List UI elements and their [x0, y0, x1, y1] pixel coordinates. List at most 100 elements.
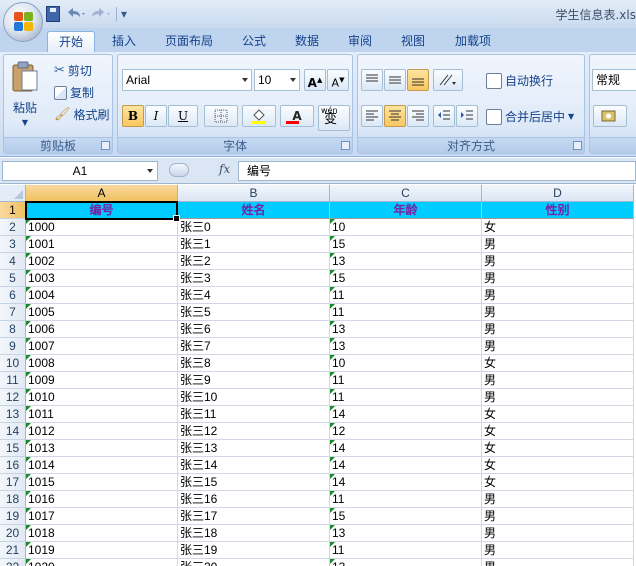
row-header[interactable]: 6: [0, 287, 26, 304]
select-all-corner[interactable]: [0, 185, 26, 202]
format-painter-button[interactable]: 🖌 格式刷: [54, 106, 110, 123]
row-header[interactable]: 1: [0, 202, 26, 219]
header-cell[interactable]: 姓名: [178, 202, 330, 219]
column-header-b[interactable]: B: [178, 185, 330, 202]
table-cell[interactable]: 张三19: [178, 542, 330, 559]
row-header[interactable]: 3: [0, 236, 26, 253]
row-header[interactable]: 2: [0, 219, 26, 236]
table-cell[interactable]: 张三16: [178, 491, 330, 508]
tab-data[interactable]: 数据: [285, 31, 329, 53]
table-cell[interactable]: 1016: [26, 491, 178, 508]
table-cell[interactable]: 张三3: [178, 270, 330, 287]
row-header[interactable]: 20: [0, 525, 26, 542]
table-cell[interactable]: 张三7: [178, 338, 330, 355]
tab-formulas[interactable]: 公式: [232, 31, 276, 53]
table-cell[interactable]: 张三1: [178, 236, 330, 253]
table-cell[interactable]: 张三20: [178, 559, 330, 566]
row-header[interactable]: 4: [0, 253, 26, 270]
tab-review[interactable]: 审阅: [338, 31, 382, 53]
table-cell[interactable]: 1008: [26, 355, 178, 372]
table-cell[interactable]: 男: [482, 287, 634, 304]
shrink-font-button[interactable]: A▼: [327, 69, 349, 91]
copy-button[interactable]: 复制: [54, 84, 94, 101]
table-cell[interactable]: 13: [330, 253, 482, 270]
table-cell[interactable]: 张三14: [178, 457, 330, 474]
header-cell[interactable]: 编号: [26, 202, 178, 219]
table-cell[interactable]: 男: [482, 559, 634, 566]
tab-view[interactable]: 视图: [391, 31, 435, 53]
table-cell[interactable]: 13: [330, 559, 482, 566]
table-cell[interactable]: 女: [482, 355, 634, 372]
table-cell[interactable]: 1018: [26, 525, 178, 542]
table-cell[interactable]: 1019: [26, 542, 178, 559]
table-cell[interactable]: 张三9: [178, 372, 330, 389]
table-cell[interactable]: 张三11: [178, 406, 330, 423]
table-cell[interactable]: 张三4: [178, 287, 330, 304]
table-cell[interactable]: 13: [330, 525, 482, 542]
table-cell[interactable]: 1001: [26, 236, 178, 253]
row-header[interactable]: 16: [0, 457, 26, 474]
font-launcher-icon[interactable]: [341, 141, 350, 150]
name-box[interactable]: A1: [2, 161, 158, 181]
merge-center-button[interactable]: 合并后居中 ▼: [486, 108, 574, 125]
table-cell[interactable]: 张三10: [178, 389, 330, 406]
row-header[interactable]: 15: [0, 440, 26, 457]
tab-insert[interactable]: 插入: [100, 31, 148, 53]
phonetic-guide-button[interactable]: wén 变: [318, 105, 350, 131]
formula-input[interactable]: 编号: [238, 161, 636, 181]
table-cell[interactable]: 张三0: [178, 219, 330, 236]
table-cell[interactable]: 11: [330, 304, 482, 321]
borders-button[interactable]: [204, 105, 238, 127]
office-button[interactable]: [3, 2, 43, 42]
decrease-indent-button[interactable]: [433, 105, 455, 127]
row-header[interactable]: 17: [0, 474, 26, 491]
align-top-button[interactable]: [361, 69, 383, 91]
table-cell[interactable]: 女: [482, 474, 634, 491]
row-header[interactable]: 8: [0, 321, 26, 338]
align-center-button[interactable]: [384, 105, 406, 127]
table-cell[interactable]: 1011: [26, 406, 178, 423]
redo-icon[interactable]: [90, 6, 112, 22]
row-header[interactable]: 9: [0, 338, 26, 355]
clipboard-launcher-icon[interactable]: [101, 141, 110, 150]
table-cell[interactable]: 13: [330, 321, 482, 338]
table-cell[interactable]: 张三15: [178, 474, 330, 491]
table-cell[interactable]: 男: [482, 321, 634, 338]
table-cell[interactable]: 1005: [26, 304, 178, 321]
orientation-button[interactable]: [433, 69, 463, 91]
row-header[interactable]: 7: [0, 304, 26, 321]
save-icon[interactable]: [46, 6, 60, 22]
table-cell[interactable]: 张三18: [178, 525, 330, 542]
underline-button[interactable]: U: [168, 105, 198, 127]
table-cell[interactable]: 女: [482, 423, 634, 440]
bold-button[interactable]: B: [122, 105, 144, 127]
table-cell[interactable]: 男: [482, 491, 634, 508]
table-cell[interactable]: 10: [330, 355, 482, 372]
font-color-button[interactable]: A: [280, 105, 314, 127]
table-cell[interactable]: 男: [482, 253, 634, 270]
column-header-d[interactable]: D: [482, 185, 634, 202]
table-cell[interactable]: 11: [330, 389, 482, 406]
number-format-select[interactable]: 常规: [592, 69, 636, 91]
table-cell[interactable]: 1020: [26, 559, 178, 566]
row-header[interactable]: 18: [0, 491, 26, 508]
table-cell[interactable]: 1009: [26, 372, 178, 389]
table-cell[interactable]: 1002: [26, 253, 178, 270]
table-cell[interactable]: 14: [330, 406, 482, 423]
table-cell[interactable]: 男: [482, 389, 634, 406]
grow-font-button[interactable]: A▲: [304, 69, 326, 91]
row-header[interactable]: 19: [0, 508, 26, 525]
wrap-text-button[interactable]: 自动换行: [486, 72, 553, 89]
table-cell[interactable]: 张三6: [178, 321, 330, 338]
table-cell[interactable]: 1003: [26, 270, 178, 287]
table-cell[interactable]: 女: [482, 406, 634, 423]
table-cell[interactable]: 男: [482, 542, 634, 559]
table-cell[interactable]: 15: [330, 508, 482, 525]
table-cell[interactable]: 10: [330, 219, 482, 236]
font-name-select[interactable]: Arial: [122, 69, 252, 91]
table-cell[interactable]: 1013: [26, 440, 178, 457]
table-cell[interactable]: 1004: [26, 287, 178, 304]
table-cell[interactable]: 13: [330, 338, 482, 355]
align-left-button[interactable]: [361, 105, 383, 127]
table-cell[interactable]: 11: [330, 287, 482, 304]
